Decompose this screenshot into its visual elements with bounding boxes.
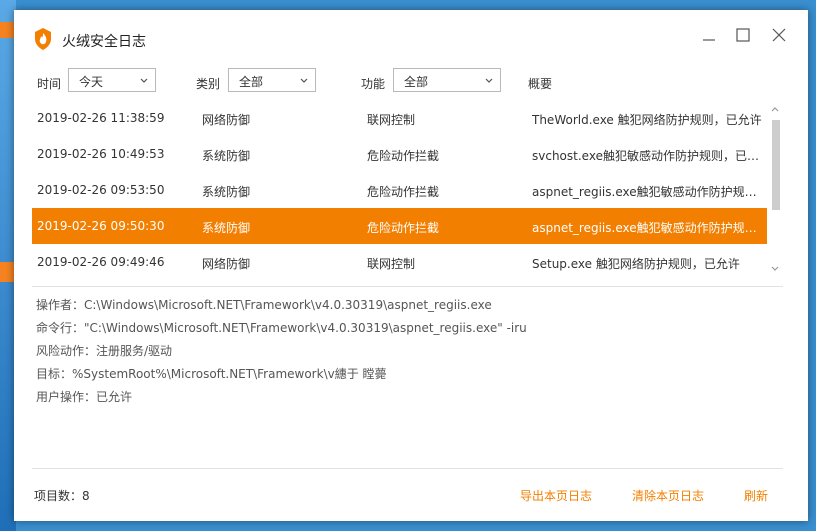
table-row[interactable]: 2019-02-26 09:49:46 网络防御 联网控制 Setup.exe … — [32, 244, 767, 280]
window-title: 火绒安全日志 — [62, 34, 146, 50]
table-row[interactable]: 2019-02-26 09:53:50 系统防御 危险动作拦截 aspnet_r… — [32, 172, 767, 208]
row-summary: TheWorld.exe 触犯网络防护规则，已允许 — [532, 113, 762, 127]
detail-command: 命令行："C:\Windows\Microsoft.NET\Framework\… — [36, 321, 527, 335]
table-row[interactable]: 2019-02-26 10:49:53 系统防御 危险动作拦截 svchost.… — [32, 136, 767, 172]
table-row[interactable]: 2019-02-26 11:38:59 网络防御 联网控制 TheWorld.e… — [32, 100, 767, 136]
table-row-selected[interactable]: 2019-02-26 09:50:30 系统防御 危险动作拦截 aspnet_r… — [32, 208, 767, 244]
row-time: 2019-02-26 09:50:30 — [37, 219, 165, 233]
row-time: 2019-02-26 09:53:50 — [37, 183, 165, 197]
chevron-down-icon — [484, 75, 494, 89]
filter-bar: 时间 今天 类别 全部 功能 全部 概要 — [32, 68, 782, 98]
footer-bar: 项目数：8 导出本页日志 清除本页日志 刷新 — [32, 480, 782, 510]
category-filter-select[interactable]: 全部 — [228, 68, 316, 92]
row-summary: Setup.exe 触犯网络防护规则，已允许 — [532, 257, 740, 271]
row-category: 网络防御 — [202, 113, 251, 127]
detail-operator: 操作者：C:\Windows\Microsoft.NET\Framework\v… — [36, 298, 492, 312]
category-filter-value: 全部 — [239, 75, 264, 89]
row-time: 2019-02-26 11:38:59 — [37, 111, 165, 125]
log-detail-panel: 操作者：C:\Windows\Microsoft.NET\Framework\v… — [36, 294, 776, 409]
row-category: 系统防御 — [202, 149, 251, 163]
row-time: 2019-02-26 10:49:53 — [37, 147, 165, 161]
log-window: 火绒安全日志 时间 今天 类别 全部 功能 全部 概要 2019-02-26 1… — [14, 10, 808, 521]
row-category: 网络防御 — [202, 257, 251, 271]
function-filter-select[interactable]: 全部 — [393, 68, 501, 92]
log-list: 2019-02-26 11:38:59 网络防御 联网控制 TheWorld.e… — [32, 100, 782, 280]
detail-user-action: 用户操作：已允许 — [36, 390, 133, 404]
title-bar[interactable]: 火绒安全日志 — [14, 10, 808, 62]
time-filter-label: 时间 — [37, 77, 62, 91]
chevron-down-icon[interactable] — [771, 262, 779, 276]
row-time: 2019-02-26 09:49:46 — [37, 255, 165, 269]
function-filter-label: 功能 — [361, 77, 386, 91]
clear-log-link[interactable]: 清除本页日志 — [632, 487, 704, 504]
row-function: 联网控制 — [367, 257, 416, 271]
maximize-icon[interactable] — [732, 24, 754, 46]
row-function: 危险动作拦截 — [367, 185, 440, 199]
row-summary: aspnet_regiis.exe触犯敏感动作防护规则，已允许 — [532, 185, 767, 199]
huorong-flame-icon — [34, 28, 52, 50]
time-filter-value: 今天 — [79, 75, 104, 89]
detail-risk-action: 风险动作：注册服务/驱动 — [36, 344, 173, 358]
summary-column-header: 概要 — [528, 77, 553, 91]
detail-target: 目标：%SystemRoot%\Microsoft.NET\Framework\… — [36, 367, 387, 381]
row-function: 危险动作拦截 — [367, 149, 440, 163]
minimize-icon[interactable] — [698, 24, 720, 46]
export-log-link[interactable]: 导出本页日志 — [520, 487, 592, 504]
list-scrollbar[interactable] — [768, 102, 782, 278]
item-count: 项目数：8 — [34, 489, 90, 503]
refresh-link[interactable]: 刷新 — [744, 487, 768, 504]
row-summary: svchost.exe触犯敏感动作防护规则，已允许 — [532, 149, 767, 163]
function-filter-value: 全部 — [404, 75, 429, 89]
category-filter-label: 类别 — [196, 77, 221, 91]
row-function: 联网控制 — [367, 113, 416, 127]
close-icon[interactable] — [768, 24, 790, 46]
chevron-down-icon — [299, 75, 309, 89]
time-filter-select[interactable]: 今天 — [68, 68, 156, 92]
divider — [32, 286, 783, 287]
chevron-down-icon — [139, 75, 149, 89]
row-summary: aspnet_regiis.exe触犯敏感动作防护规则，已允许 — [532, 221, 767, 235]
row-function: 危险动作拦截 — [367, 221, 440, 235]
chevron-up-icon[interactable] — [771, 102, 779, 116]
scrollbar-thumb[interactable] — [772, 120, 780, 210]
row-category: 系统防御 — [202, 221, 251, 235]
row-category: 系统防御 — [202, 185, 251, 199]
divider — [32, 468, 783, 469]
